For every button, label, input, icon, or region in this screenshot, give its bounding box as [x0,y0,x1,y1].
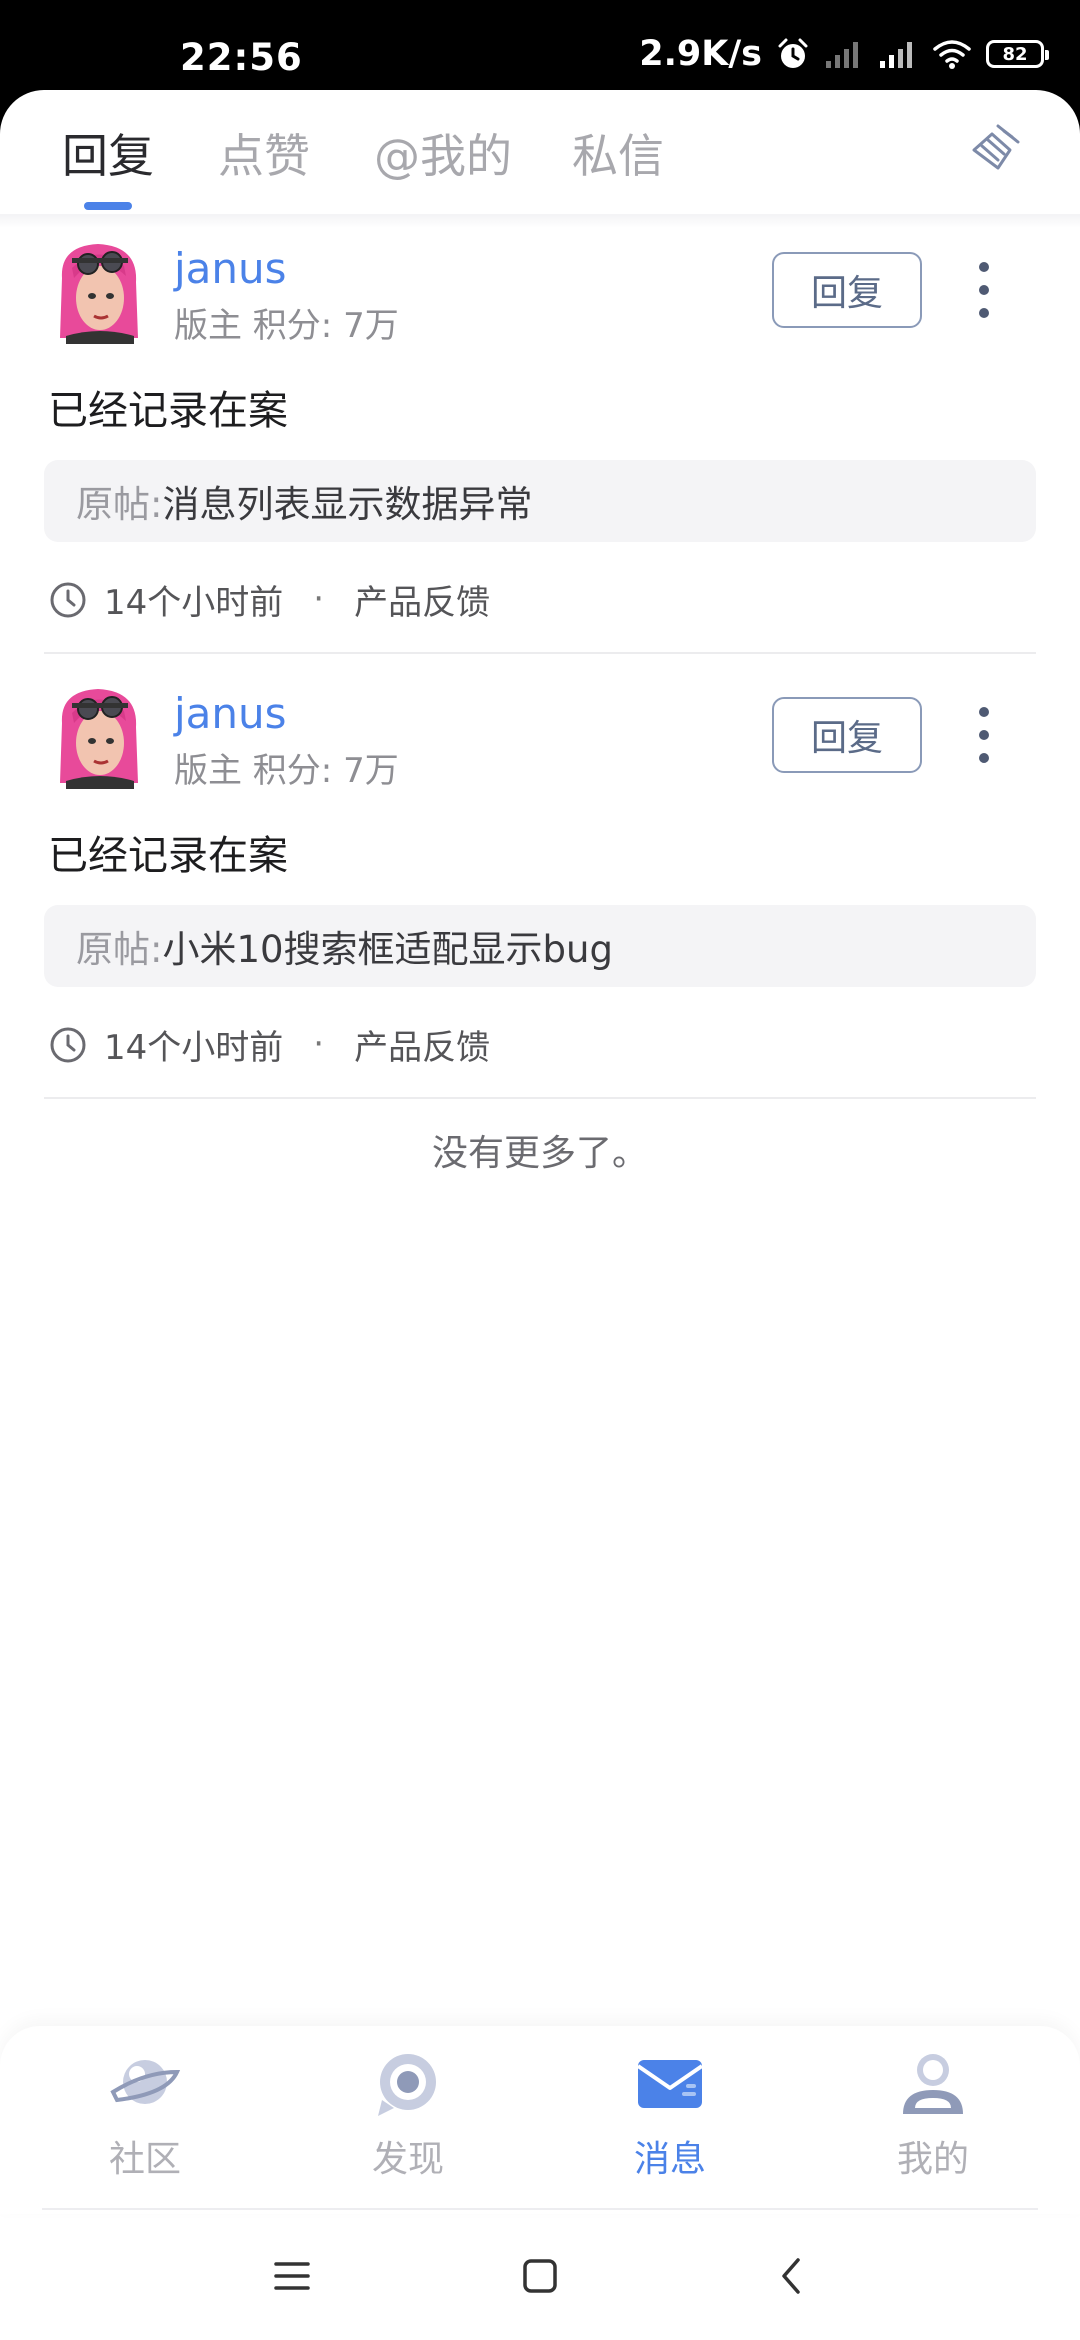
menu-icon[interactable] [270,2254,314,2298]
user-meta: 版主 积分: 7万 [174,751,399,791]
alarm-icon [778,38,808,68]
nav-label: 社区 [108,2139,181,2180]
quote-label: 原帖: [76,483,163,526]
original-post-link[interactable]: 原帖: 消息列表显示数据异常 [44,460,1036,542]
tab-private-messages[interactable]: 私信 [572,120,664,186]
nav-divider [42,2208,1038,2210]
reply-button[interactable]: 回复 [772,252,922,328]
more-options-icon[interactable] [964,258,1004,322]
category-link[interactable]: 产品反馈 [354,1020,490,1069]
nav-discover[interactable]: 发现 [348,2048,468,2182]
signal-icon [880,42,912,68]
username[interactable]: janus [174,689,287,738]
signal-icon [826,42,858,68]
avatar[interactable] [52,683,146,789]
divider [44,1097,1036,1099]
nav-community[interactable]: 社区 [85,2048,205,2182]
clock-icon [50,1027,86,1063]
tab-likes[interactable]: 点赞 [218,120,310,186]
status-icons: 2.9K/s 82 [639,32,1049,76]
quote-text: 小米10搜索框适配显示bug [162,928,613,971]
nav-messages[interactable]: 消息 [610,2048,730,2182]
username[interactable]: janus [174,244,287,293]
nav-label: 发现 [371,2139,444,2180]
quote-label: 原帖: [76,928,163,971]
message-tabs: 回复 点赞 @我的 私信 [0,90,1080,214]
home-icon[interactable] [518,2254,562,2298]
status-time: 22:56 [180,36,303,79]
more-options-icon[interactable] [964,703,1004,767]
app-container: 回复 点赞 @我的 私信 janus 版主 积分: 7万 回复 已经记录在案 原… [0,90,1080,2340]
user-meta: 版主 积分: 7万 [174,306,399,346]
quote-text: 消息列表显示数据异常 [162,483,533,526]
message-content: 已经记录在案 [48,833,288,879]
message-footer: 14个小时前 · 产品反馈 [48,1019,490,1069]
planet-icon [110,2060,181,2104]
reply-button[interactable]: 回复 [772,697,922,773]
nav-label: 我的 [896,2139,969,2180]
tab-reply[interactable]: 回复 [62,120,154,186]
message-footer: 14个小时前 · 产品反馈 [48,574,490,624]
avatar[interactable] [52,238,146,344]
timestamp: 14个小时前 [104,1027,284,1068]
timestamp: 14个小时前 [104,582,284,623]
battery-icon: 82 [986,40,1049,68]
broom-icon[interactable] [968,120,1024,176]
tab-mentions[interactable]: @我的 [374,120,512,186]
discover-icon [378,2054,436,2116]
category-link[interactable]: 产品反馈 [354,575,490,624]
mail-icon [636,2060,704,2108]
separator: · [313,579,325,619]
original-post-link[interactable]: 原帖: 小米10搜索框适配显示bug [44,905,1036,987]
wifi-icon [933,40,971,69]
profile-icon [903,2054,963,2114]
status-bar: 22:56 2.9K/s 82 [0,0,1080,92]
system-nav-bar [0,2218,1080,2340]
message-content: 已经记录在案 [48,388,288,434]
tab-indicator [84,202,132,210]
net-speed: 2.9K/s [639,34,762,74]
nav-label: 消息 [633,2139,706,2180]
end-of-list-text: 没有更多了。 [431,1133,648,1174]
bottom-nav: 社区 发现 消息 我的 [0,2026,1080,2214]
battery-level: 82 [1002,43,1028,65]
clock-icon [50,582,86,618]
tabs-shadow [0,214,1080,228]
nav-profile[interactable]: 我的 [873,2048,993,2182]
divider [44,652,1036,654]
separator: · [313,1024,325,1064]
back-icon[interactable] [770,2254,814,2298]
